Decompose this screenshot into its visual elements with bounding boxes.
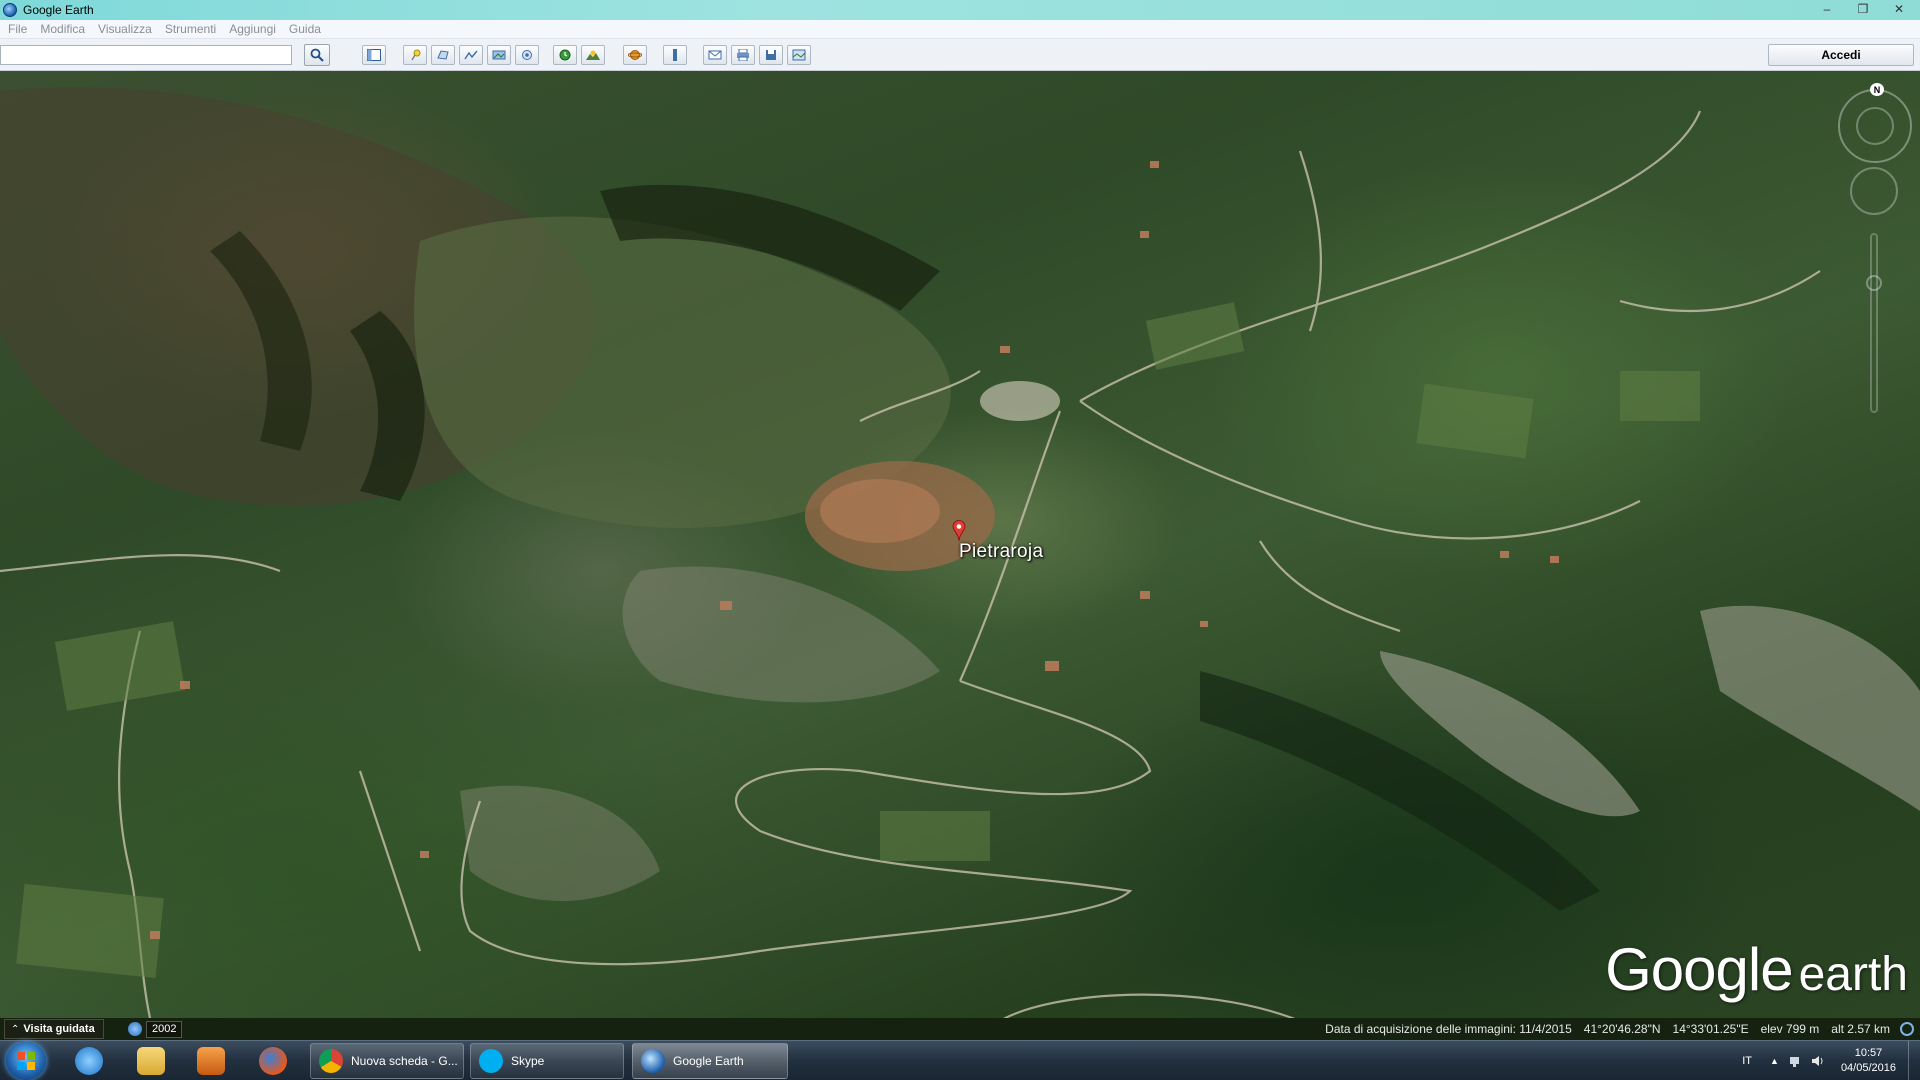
ruler-icon xyxy=(673,49,677,61)
taskbar-item-google-earth[interactable]: Google Earth xyxy=(632,1043,788,1079)
longitude: 14°33'01.25"E xyxy=(1672,1022,1749,1036)
sun-icon xyxy=(586,50,600,60)
clock-time: 10:57 xyxy=(1854,1047,1883,1059)
historical-year: 2002 xyxy=(146,1020,183,1038)
maps-icon xyxy=(792,49,806,61)
clock-icon xyxy=(128,1022,142,1036)
printer-icon xyxy=(737,49,749,61)
add-placemark-button[interactable] xyxy=(403,45,427,65)
place-label[interactable]: Pietraroja xyxy=(959,541,1043,563)
internet-explorer-icon xyxy=(75,1047,103,1075)
internet-explorer-button[interactable] xyxy=(62,1044,116,1078)
tour-guide-button[interactable]: ⌃ Visita guidata xyxy=(4,1019,104,1039)
polygon-icon xyxy=(437,50,449,60)
search-input[interactable] xyxy=(0,45,292,65)
media-player-icon xyxy=(197,1047,225,1075)
google-earth-app-icon xyxy=(3,3,17,17)
windows-taskbar: Nuova scheda - G... Skype Google Earth I… xyxy=(0,1040,1920,1080)
menu-strumenti[interactable]: Strumenti xyxy=(165,22,225,36)
google-earth-logo: Google earth xyxy=(1605,936,1908,1003)
clock-icon xyxy=(559,49,571,61)
image-overlay-icon xyxy=(492,50,506,60)
firefox-icon xyxy=(259,1047,287,1075)
sidebar-icon xyxy=(367,49,381,61)
status-info: Data di acquisizione delle immagini: 11/… xyxy=(1313,1018,1890,1040)
move-control[interactable] xyxy=(1850,167,1898,215)
show-hidden-icons-icon[interactable]: ▲ xyxy=(1770,1056,1779,1066)
north-indicator[interactable]: N xyxy=(1870,83,1884,96)
windows-logo-icon xyxy=(17,1052,35,1070)
switch-planet-button[interactable] xyxy=(623,45,647,65)
system-clock[interactable]: 10:57 04/05/2016 xyxy=(1841,1046,1896,1076)
historical-imagery-indicator[interactable]: 2002 xyxy=(128,1020,183,1038)
placemark-pin-icon[interactable] xyxy=(952,520,966,542)
status-bar: ⌃ Visita guidata 2002 Data di acquisizio… xyxy=(0,1018,1920,1040)
minimize-button[interactable]: – xyxy=(1810,0,1844,18)
network-icon[interactable] xyxy=(1789,1054,1803,1068)
language-indicator[interactable]: IT xyxy=(1742,1055,1752,1067)
restore-button[interactable]: ❐ xyxy=(1846,0,1880,18)
menu-aggiungi[interactable]: Aggiungi xyxy=(229,22,285,36)
add-image-overlay-button[interactable] xyxy=(487,45,511,65)
print-button[interactable] xyxy=(731,45,755,65)
menu-file[interactable]: File xyxy=(8,22,36,36)
search-button[interactable] xyxy=(304,44,330,66)
record-tour-button[interactable] xyxy=(515,45,539,65)
show-desktop-button[interactable] xyxy=(1908,1041,1920,1080)
look-joystick[interactable] xyxy=(1856,107,1894,145)
zoom-slider-knob[interactable] xyxy=(1866,275,1882,291)
earth-map-view[interactable]: Pietraroja N Google earth xyxy=(0,71,1920,1018)
close-button[interactable]: ✕ xyxy=(1882,0,1916,18)
window-title: Google Earth xyxy=(23,3,94,17)
planet-icon xyxy=(628,50,642,60)
toolbar: Accedi xyxy=(0,39,1920,71)
menu-visualizza[interactable]: Visualizza xyxy=(98,22,161,36)
latitude: 41°20'46.28"N xyxy=(1583,1022,1661,1036)
folder-icon xyxy=(137,1047,165,1075)
sign-in-button[interactable]: Accedi xyxy=(1768,44,1914,66)
firefox-button[interactable] xyxy=(246,1044,300,1078)
view-in-maps-button[interactable] xyxy=(787,45,811,65)
zoom-slider[interactable] xyxy=(1866,233,1882,413)
look-control[interactable]: N xyxy=(1838,83,1912,163)
sunlight-button[interactable] xyxy=(581,45,605,65)
search-icon xyxy=(310,48,324,62)
pushpin-icon xyxy=(411,49,421,61)
path-icon xyxy=(464,50,478,60)
save-image-icon xyxy=(766,50,776,60)
save-image-button[interactable] xyxy=(759,45,783,65)
window-title-bar: Google Earth – ❐ ✕ xyxy=(0,0,1920,20)
taskbar-item-skype[interactable]: Skype xyxy=(470,1043,624,1079)
add-path-button[interactable] xyxy=(459,45,483,65)
add-polygon-button[interactable] xyxy=(431,45,455,65)
chevron-up-icon: ⌃ xyxy=(11,1023,20,1035)
email-icon xyxy=(708,50,722,60)
google-earth-icon xyxy=(641,1049,665,1073)
chrome-icon xyxy=(319,1049,343,1073)
ruler-button[interactable] xyxy=(663,45,687,65)
email-button[interactable] xyxy=(703,45,727,65)
sidebar-toggle-button[interactable] xyxy=(362,45,386,65)
menu-modifica[interactable]: Modifica xyxy=(40,22,94,36)
imagery-date: Data di acquisizione delle immagini: 11/… xyxy=(1325,1022,1572,1036)
skype-icon xyxy=(479,1049,503,1073)
volume-icon[interactable] xyxy=(1811,1054,1825,1068)
start-button[interactable] xyxy=(6,1042,46,1080)
taskbar-item-chrome[interactable]: Nuova scheda - G... xyxy=(310,1043,464,1079)
system-tray: IT ▲ 10:57 04/05/2016 xyxy=(1742,1041,1920,1080)
menu-bar: File Modifica Visualizza Strumenti Aggiu… xyxy=(0,20,1920,39)
record-tour-icon xyxy=(522,50,532,60)
streaming-indicator-icon xyxy=(1900,1022,1914,1036)
explorer-button[interactable] xyxy=(124,1044,178,1078)
window-controls: – ❐ ✕ xyxy=(1810,0,1916,20)
media-player-button[interactable] xyxy=(184,1044,238,1078)
historical-imagery-button[interactable] xyxy=(553,45,577,65)
altitude: alt 2.57 km xyxy=(1831,1022,1890,1036)
menu-guida[interactable]: Guida xyxy=(289,22,330,36)
elevation: elev 799 m xyxy=(1760,1022,1820,1036)
clock-date: 04/05/2016 xyxy=(1840,1062,1896,1074)
